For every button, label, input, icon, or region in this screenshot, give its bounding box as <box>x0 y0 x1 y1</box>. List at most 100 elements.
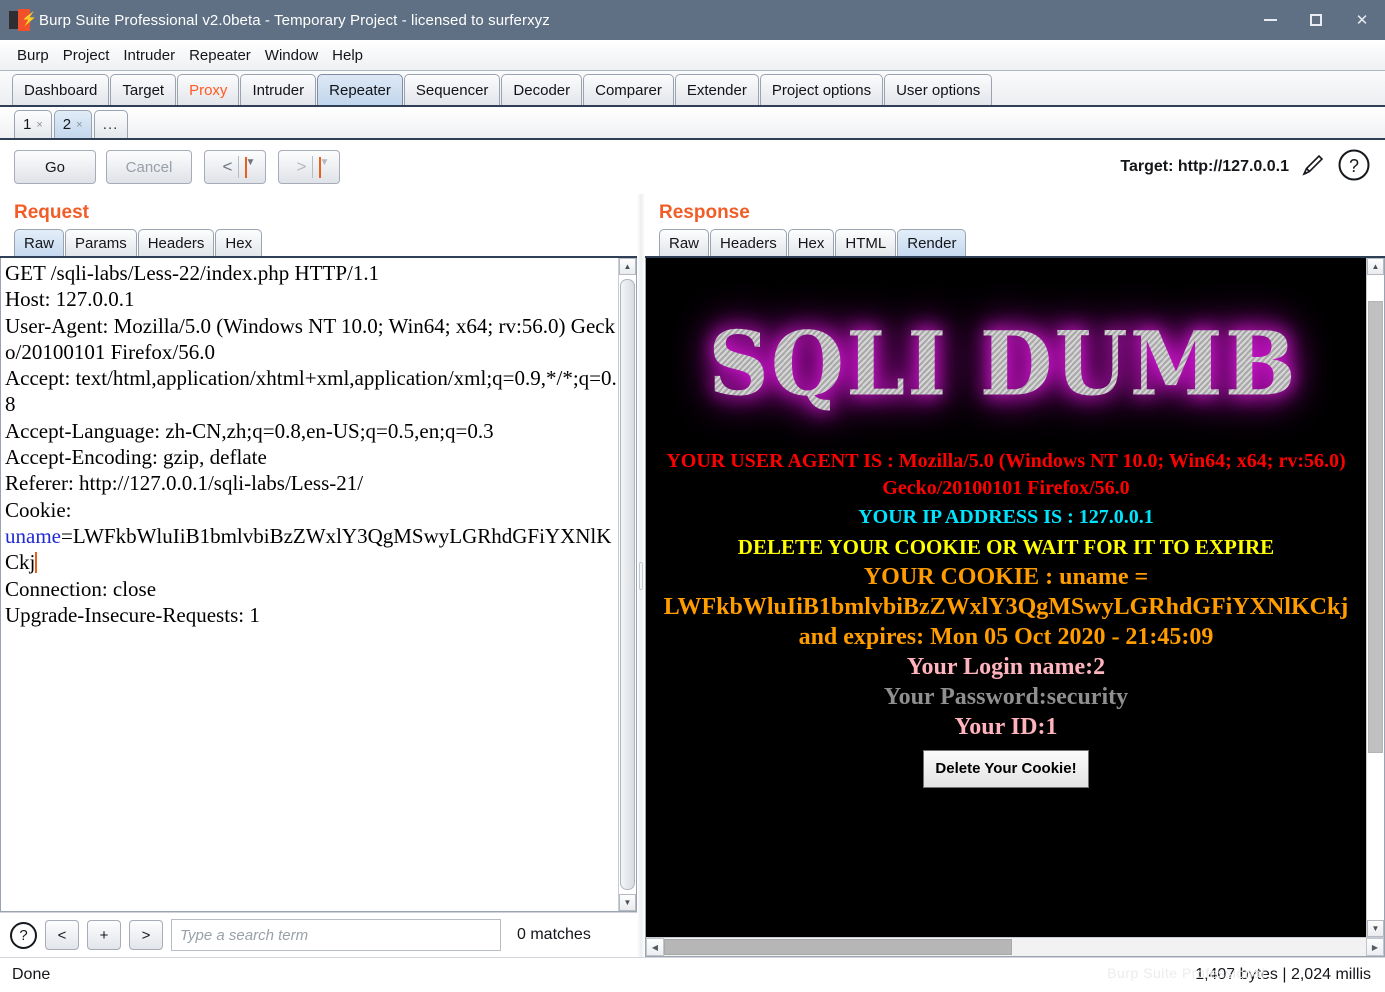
tab-target[interactable]: Target <box>110 74 177 105</box>
scroll-up-icon[interactable]: ▲ <box>1367 258 1384 275</box>
status-message: Done <box>12 966 51 983</box>
tab-project-options[interactable]: Project options <box>759 74 884 105</box>
tab-intruder[interactable]: Intruder <box>240 74 317 105</box>
menu-item-intruder[interactable]: Intruder <box>116 45 182 66</box>
tab-user-options[interactable]: User options <box>884 74 993 105</box>
scroll-down-icon[interactable]: ▼ <box>619 894 636 911</box>
repeater-tab-bar: 1 × 2 × ... <box>0 107 1385 140</box>
close-icon[interactable]: × <box>36 119 42 131</box>
response-hscroll-track[interactable] <box>664 938 1366 956</box>
response-tab-html[interactable]: HTML <box>835 229 897 256</box>
question-circle-icon[interactable]: ? <box>10 921 37 949</box>
request-raw-text[interactable]: GET /sqli-labs/Less-22/index.php HTTP/1.… <box>1 258 618 911</box>
repeater-toolbar: Go Cancel < ▼ > ▼ Target: http://127.0.0… <box>0 140 1385 194</box>
pencil-icon[interactable] <box>1299 151 1327 184</box>
maximize-button[interactable] <box>1293 0 1339 40</box>
request-tab-params[interactable]: Params <box>65 229 137 256</box>
cancel-button[interactable]: Cancel <box>106 150 192 184</box>
close-icon[interactable]: × <box>76 119 82 131</box>
go-button[interactable]: Go <box>14 150 96 184</box>
search-input[interactable]: Type a search term <box>171 919 501 951</box>
status-watermark: Burp Suite Professional <box>1107 965 1265 981</box>
password-line: Your Password:security <box>883 684 1129 710</box>
menu-item-help[interactable]: Help <box>325 45 370 66</box>
back-button[interactable]: < ▼ <box>204 150 266 184</box>
response-hscroll-thumb[interactable] <box>664 939 1012 955</box>
find-next-button[interactable]: > <box>129 920 163 950</box>
response-render-view: SQLI DUMB YOUR USER AGENT IS : Mozilla/5… <box>645 258 1385 957</box>
request-scroll-thumb[interactable] <box>620 279 635 890</box>
tab-repeater[interactable]: Repeater <box>317 74 403 105</box>
request-pane: Request Raw Params Headers Hex GET /sqli… <box>0 194 637 957</box>
user-id-line: Your ID:1 <box>954 714 1058 740</box>
request-tab-raw[interactable]: Raw <box>14 229 65 256</box>
menu-item-burp[interactable]: Burp <box>10 45 56 66</box>
cookie-param-value: =LWFkbWluIiB1bmlvbiBzZWxlY3QgMSwyLGRhdGF… <box>5 523 612 575</box>
response-tab-hex[interactable]: Hex <box>787 229 835 256</box>
question-circle-icon[interactable]: ? <box>1337 148 1371 187</box>
burp-suite-window: ⚡ Burp Suite Professional v2.0beta - Tem… <box>0 0 1385 992</box>
request-line-accept-language: Accept-Language: zh-CN,zh;q=0.8,en-US;q=… <box>5 418 494 443</box>
tab-decoder[interactable]: Decoder <box>501 74 583 105</box>
back-arrow-icon: < <box>222 157 233 176</box>
request-line-connection: Connection: close <box>5 576 157 601</box>
menu-item-repeater[interactable]: Repeater <box>182 45 258 66</box>
response-title: Response <box>659 202 750 223</box>
tab-extender[interactable]: Extender <box>674 74 759 105</box>
repeater-tab-2-label: 2 <box>62 116 72 133</box>
response-tab-raw[interactable]: Raw <box>659 229 710 256</box>
request-vertical-scrollbar[interactable]: ▲ ▼ <box>618 258 636 911</box>
window-controls: ✕ <box>1247 0 1385 40</box>
request-tab-hex[interactable]: Hex <box>215 229 263 256</box>
request-line-user-agent: User-Agent: Mozilla/5.0 (Windows NT 10.0… <box>5 313 616 364</box>
tab-sequencer[interactable]: Sequencer <box>403 74 501 105</box>
tab-comparer[interactable]: Comparer <box>583 74 674 105</box>
tab-proxy[interactable]: Proxy <box>177 74 240 105</box>
rendered-page[interactable]: SQLI DUMB YOUR USER AGENT IS : Mozilla/5… <box>646 258 1366 937</box>
minimize-button[interactable] <box>1247 0 1293 40</box>
repeater-tab-overflow[interactable]: ... <box>93 110 128 138</box>
title-bar: ⚡ Burp Suite Professional v2.0beta - Tem… <box>0 0 1385 40</box>
request-tab-headers[interactable]: Headers <box>137 229 215 256</box>
delete-cookie-button[interactable]: Delete Your Cookie! <box>923 750 1089 788</box>
forward-button[interactable]: > ▼ <box>278 150 340 184</box>
scroll-left-icon[interactable]: ◀ <box>646 938 664 956</box>
request-line-accept: Accept: text/html,application/xhtml+xml,… <box>5 366 617 417</box>
find-add-button[interactable]: + <box>87 920 121 950</box>
repeater-tab-2[interactable]: 2 × <box>53 110 92 138</box>
status-bar: Done Burp Suite Professional 1,407 bytes… <box>0 957 1385 992</box>
forward-arrow-icon: > <box>296 157 307 176</box>
find-prev-button[interactable]: < <box>45 920 79 950</box>
request-title: Request <box>14 202 89 223</box>
scroll-up-icon[interactable]: ▲ <box>619 258 636 275</box>
cookie-value-line: LWFkbWluIiB1bmlvbiBzZWxlY3QgMSwyLGRhdGFi… <box>663 594 1349 620</box>
cookie-line: YOUR COOKIE : uname = <box>863 564 1149 590</box>
response-horizontal-scrollbar[interactable]: ◀ ▶ <box>646 937 1384 956</box>
menu-bar: Burp Project Intruder Repeater Window He… <box>0 40 1385 71</box>
request-line-request: GET /sqli-labs/Less-22/index.php HTTP/1.… <box>5 261 380 285</box>
cookie-param-name: uname <box>5 523 61 548</box>
menu-item-project[interactable]: Project <box>56 45 117 66</box>
repeater-tab-1[interactable]: 1 × <box>14 110 52 138</box>
request-editor[interactable]: GET /sqli-labs/Less-22/index.php HTTP/1.… <box>0 258 637 912</box>
request-line-referer: Referer: http://127.0.0.1/sqli-labs/Less… <box>5 471 364 496</box>
response-tab-headers[interactable]: Headers <box>710 229 787 256</box>
response-vertical-scrollbar[interactable]: ▲ ▼ <box>1366 258 1384 937</box>
scroll-right-icon[interactable]: ▶ <box>1366 938 1384 956</box>
response-scroll-thumb[interactable] <box>1368 301 1383 753</box>
tab-dashboard[interactable]: Dashboard <box>12 74 110 105</box>
repeater-split-pane: Request Raw Params Headers Hex GET /sqli… <box>0 194 1385 957</box>
login-name-line: Your Login name:2 <box>906 654 1106 680</box>
request-scroll-track[interactable] <box>619 275 636 894</box>
close-button[interactable]: ✕ <box>1339 0 1385 40</box>
main-tab-bar: Dashboard Target Proxy Intruder Repeater… <box>0 71 1385 107</box>
response-scroll-track[interactable] <box>1367 275 1384 920</box>
request-line-upgrade: Upgrade-Insecure-Requests: 1 <box>5 602 260 627</box>
scroll-down-icon[interactable]: ▼ <box>1367 920 1384 937</box>
menu-item-window[interactable]: Window <box>258 45 325 66</box>
rendered-page-content: YOUR USER AGENT IS : Mozilla/5.0 (Window… <box>646 448 1366 788</box>
burp-logo-icon: ⚡ <box>9 9 37 31</box>
response-tab-render[interactable]: Render <box>897 229 967 256</box>
match-count-label: 0 matches <box>517 926 591 943</box>
pane-splitter[interactable] <box>637 194 645 957</box>
